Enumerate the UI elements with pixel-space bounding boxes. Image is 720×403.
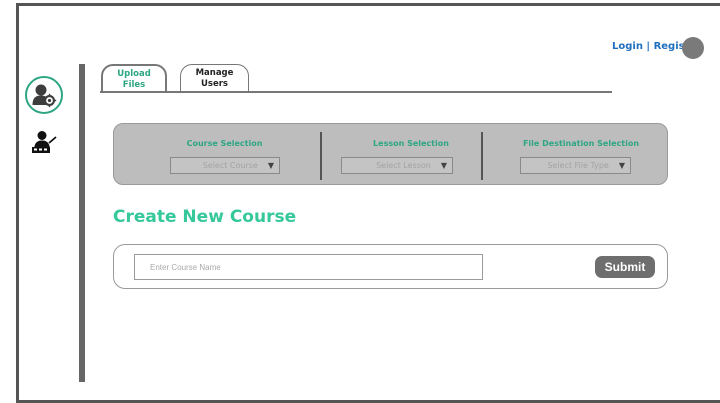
teacher-icon — [32, 131, 57, 153]
course-selection-label: Course Selection — [186, 139, 263, 148]
create-course-panel: Submit — [113, 244, 668, 289]
tab-label-line2: Files — [122, 80, 146, 90]
chevron-down-icon: ▼ — [618, 161, 625, 170]
tabs-underline — [100, 91, 612, 93]
selection-panel: Course Selection Select Course ▼ Lesson … — [113, 123, 668, 185]
selection-divider — [481, 132, 483, 180]
create-course-title: Create New Course — [113, 207, 297, 227]
course-name-input[interactable] — [134, 254, 483, 280]
tab-upload-files[interactable]: Upload Files — [101, 64, 167, 93]
lesson-select[interactable]: Select Lesson ▼ — [341, 157, 453, 174]
tab-label-line1: Upload — [117, 69, 151, 79]
frame-top-border — [16, 3, 720, 6]
login-link[interactable]: Login — [612, 41, 643, 52]
file-type-select[interactable]: Select File Type ▼ — [520, 157, 631, 174]
file-type-select-value: Select File Type — [547, 161, 609, 170]
user-gear-icon — [32, 84, 57, 108]
selection-divider — [320, 132, 322, 180]
tab-label-line1: Manage — [195, 68, 234, 78]
course-select-value: Select Course — [202, 161, 258, 170]
course-select[interactable]: Select Course ▼ — [170, 157, 280, 174]
sidebar-divider — [79, 64, 85, 382]
chevron-down-icon: ▼ — [440, 161, 447, 170]
auth-separator: | — [642, 41, 654, 52]
teacher-button[interactable] — [30, 129, 58, 157]
frame-left-border — [16, 3, 19, 403]
avatar[interactable] — [682, 37, 704, 59]
user-settings-button[interactable] — [25, 76, 63, 114]
tab-manage-users[interactable]: Manage Users — [180, 64, 249, 93]
tab-label-line2: Users — [201, 79, 228, 89]
chevron-down-icon: ▼ — [267, 161, 274, 170]
file-destination-label: File Destination Selection — [522, 139, 640, 148]
lesson-selection-label: Lesson Selection — [373, 139, 449, 148]
submit-button[interactable]: Submit — [595, 256, 655, 278]
lesson-select-value: Select Lesson — [376, 161, 431, 170]
